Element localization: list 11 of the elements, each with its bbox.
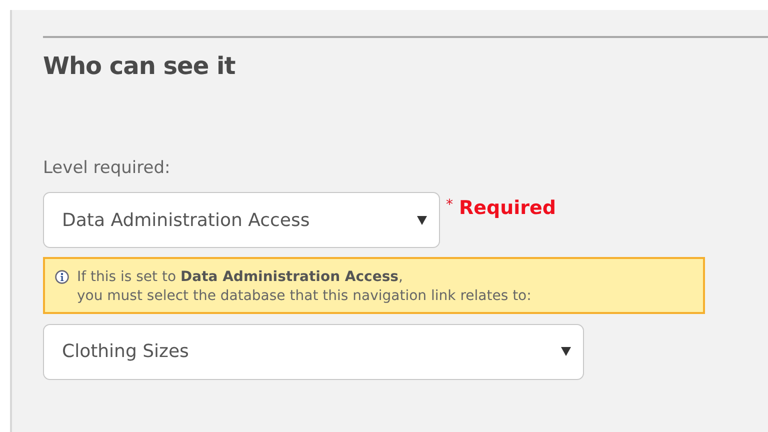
notice-text: If this is set to Data Administration Access, [77, 268, 404, 287]
database-select[interactable]: Clothing Sizes [43, 324, 584, 380]
info-icon [55, 270, 69, 284]
required-text: Required [459, 197, 556, 219]
caret-icon [561, 347, 571, 356]
section-heading: Who can see it [43, 52, 236, 80]
field-label: Level required: [43, 158, 172, 178]
level-select[interactable]: Data Administration Access [43, 192, 440, 248]
notice-text: you must select the database that this navigation link relates to: [77, 286, 532, 306]
required-asterisk: * [446, 197, 453, 213]
caret-icon [417, 216, 427, 224]
